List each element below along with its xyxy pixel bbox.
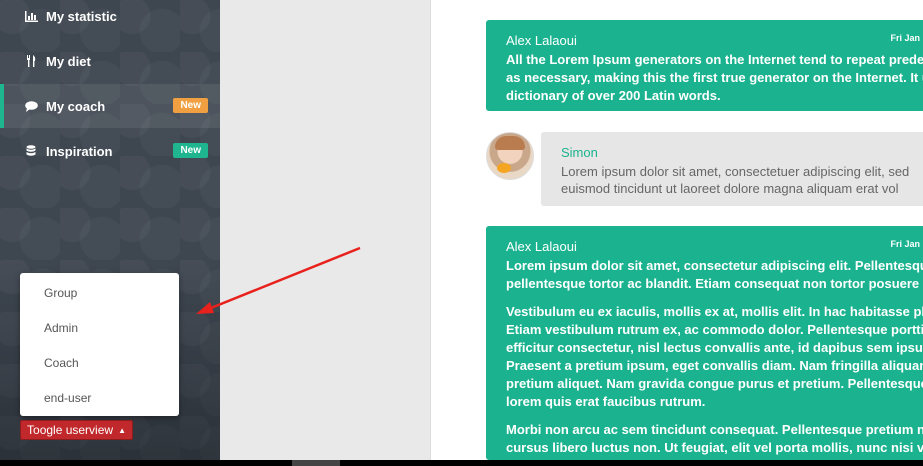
message-line: Vestibulum eu ex iaculis, mollis ex at, … <box>506 304 923 319</box>
message-line: dictionary of over 200 Latin words. <box>506 88 721 103</box>
userview-option-end-user[interactable]: end-user <box>44 391 91 405</box>
message-line: All the Lorem Ipsum generators on the In… <box>506 52 923 67</box>
speech-bubble-icon <box>24 100 38 112</box>
avatar-fruit <box>497 163 511 173</box>
sidebar-item-my-coach[interactable]: My coach New <box>0 84 220 128</box>
toggle-userview-button[interactable]: Toogle userview ▲ <box>20 420 133 440</box>
message-line: pellentesque tortor ac blandit. Etiam co… <box>506 276 923 291</box>
message-line: as necessary, making this the first true… <box>506 70 923 85</box>
bar-chart-icon <box>24 10 38 22</box>
new-badge: New <box>173 143 208 158</box>
sidebar-item-inspiration[interactable]: Inspiration New <box>0 129 220 173</box>
sidebar-item-label: My statistic <box>46 8 117 24</box>
message-line: Praesent a pretium ipsum, eget convallis… <box>506 358 923 373</box>
horizontal-scrollbar[interactable] <box>0 460 923 466</box>
message-line: euismod tincidunt ut laoreet dolore magn… <box>561 181 899 196</box>
message-line: Etiam vestibulum rutrum ex, ac commodo d… <box>506 322 923 337</box>
message-author: Alex Lalaoui <box>506 33 577 48</box>
message-line: Lorem ipsum dolor sit amet, consectetuer… <box>561 164 910 179</box>
sidebar-item-my-statistic[interactable]: My statistic <box>0 0 220 38</box>
caret-up-icon: ▲ <box>118 425 126 435</box>
new-badge: New <box>173 98 208 113</box>
userview-dropdown: Group Admin Coach end-user <box>20 273 179 416</box>
userview-option-coach[interactable]: Coach <box>44 356 79 370</box>
avatar-hair <box>495 136 525 150</box>
database-icon <box>24 145 38 157</box>
sidebar-item-label: My coach <box>46 98 106 114</box>
message-time: Fri Jan <box>890 33 920 43</box>
avatar <box>486 132 534 180</box>
cutlery-icon <box>24 55 38 67</box>
message-line: cursus libero luctus non. Ut feugiat, el… <box>506 440 923 455</box>
message-author: Alex Lalaoui <box>506 239 577 254</box>
message-line: lorem quis erat faucibus rutrum. <box>506 394 706 409</box>
message-line: pretium aliquet. Nam gravida congue puru… <box>506 376 923 391</box>
message-line: Morbi non arcu ac sem tincidunt consequa… <box>506 422 923 437</box>
userview-option-group[interactable]: Group <box>44 286 77 300</box>
message-user: Simon Lorem ipsum dolor sit amet, consec… <box>541 132 923 206</box>
message-line: Lorem ipsum dolor sit amet, consectetur … <box>506 258 923 273</box>
sidebar-item-label: Inspiration <box>46 143 113 159</box>
scrollbar-thumb[interactable] <box>292 460 340 466</box>
message-line: efficitur consectetur, nisl lectus conva… <box>506 340 923 355</box>
sidebar-item-my-diet[interactable]: My diet <box>0 39 220 83</box>
sidebar-item-label: My diet <box>46 53 91 69</box>
message-time: Fri Jan <box>890 239 920 249</box>
message-coach-1: Alex Lalaoui Fri Jan All the Lorem Ipsum… <box>486 20 923 111</box>
userview-option-admin[interactable]: Admin <box>44 321 78 335</box>
toggle-userview-label: Toogle userview <box>27 423 114 437</box>
message-author: Simon <box>561 145 598 160</box>
message-coach-2: Alex Lalaoui Fri Jan Lorem ipsum dolor s… <box>486 226 923 460</box>
annotation-arrow-icon <box>196 246 361 314</box>
